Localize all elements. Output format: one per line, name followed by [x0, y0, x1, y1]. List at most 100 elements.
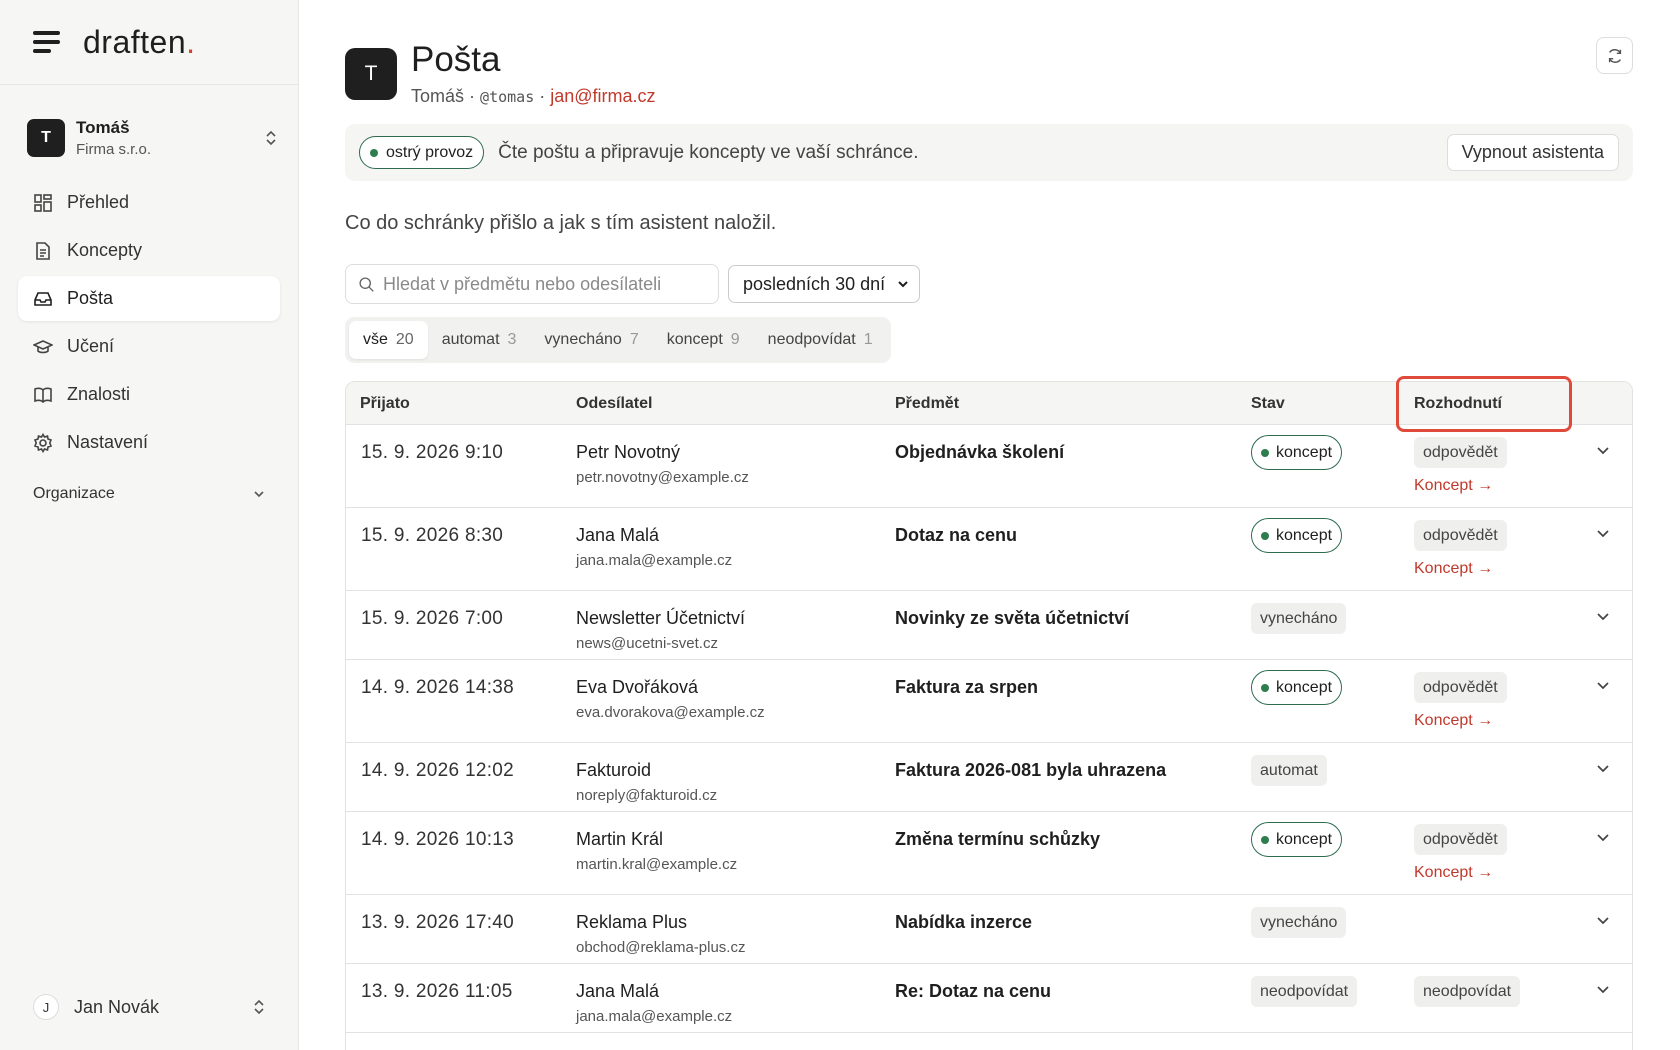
- filter-tab-draft[interactable]: koncept 9: [653, 321, 754, 359]
- chevron-down-icon: [898, 281, 908, 288]
- disable-assistant-button[interactable]: Vypnout asistenta: [1446, 134, 1619, 171]
- sender: Jana Malá jana.mala@example.cz: [576, 981, 732, 1025]
- open-draft-link[interactable]: Koncept →: [1414, 712, 1507, 730]
- sender-name: Martin Král: [576, 829, 664, 849]
- expand-row-button[interactable]: [1596, 609, 1610, 628]
- table-row[interactable]: 13. 9. 2026 11:05 Jana Malá jana.mala@exam…: [346, 964, 1632, 1033]
- banner-text: Čte poštu a připravuje koncepty ve vaší …: [498, 141, 919, 163]
- open-draft-link[interactable]: Koncept →: [1414, 864, 1507, 882]
- column-header-status[interactable]: Stav: [1251, 395, 1285, 413]
- status-dot-icon: [1261, 835, 1269, 844]
- decision-cell: neodpovídat: [1414, 974, 1521, 1007]
- mailbox-avatar: T: [345, 48, 397, 100]
- mail-table: Přijato Odesílatel Předmět Stav Rozhodnu…: [345, 381, 1633, 1050]
- column-header-sender[interactable]: Odesílatel: [576, 395, 652, 413]
- separator: ·: [539, 86, 546, 106]
- page-title: Pošta: [411, 40, 501, 79]
- subject: Objednávka školení: [895, 442, 1065, 462]
- sender-name: Reklama Plus: [576, 912, 688, 932]
- decision-badge: odpovědět: [1414, 824, 1507, 855]
- table-row[interactable]: 14. 9. 2026 14:38 Eva Dvořáková eva.dvorak…: [346, 660, 1632, 743]
- refresh-icon: [1608, 48, 1621, 63]
- expand-row-button[interactable]: [1596, 830, 1610, 849]
- filter-label: vše: [363, 331, 388, 348]
- account-avatar: T: [27, 119, 65, 157]
- separator: ·: [469, 86, 476, 106]
- sender-name: Newsletter Účetnictví: [576, 608, 746, 628]
- assistant-status-banner: ostrý provoz Čte poštu a připravuje konc…: [345, 124, 1633, 181]
- filter-tab-skipped[interactable]: vynecháno 7: [530, 321, 652, 359]
- open-draft-link[interactable]: Koncept →: [1414, 477, 1507, 495]
- table-row[interactable]: 15. 9. 2026 8:30 Jana Malá jana.mala@examp…: [346, 508, 1632, 591]
- expand-row-button[interactable]: [1596, 913, 1610, 932]
- table-row[interactable]: 14. 9. 2026 10:13 Martin Král martin.kral@…: [346, 812, 1632, 895]
- expand-row-button[interactable]: [1596, 761, 1610, 780]
- mailbox-owner: Tomáš: [411, 86, 465, 106]
- chevron-down-icon: [1597, 765, 1609, 773]
- subject: Dotaz na cenu: [895, 525, 1018, 545]
- status-badge: vynecháno: [1251, 907, 1347, 938]
- sidebar-item-label: Znalosti: [67, 384, 131, 404]
- organization-section[interactable]: Organizace: [33, 485, 265, 503]
- sender-email: eva.dvorakova@example.cz: [576, 704, 765, 721]
- sidebar-item-label: Učení: [67, 336, 115, 356]
- user-menu[interactable]: J Jan Novák: [33, 994, 265, 1020]
- chevron-up-down-icon: [254, 999, 264, 1015]
- sidebar-item-uceni[interactable]: Učení: [18, 324, 280, 369]
- table-row[interactable]: 15. 9. 2026 9:10 Petr Novotný petr.novotny…: [346, 425, 1632, 508]
- sidebar-item-posta[interactable]: Pošta: [18, 276, 280, 321]
- decision-cell: odpovědět Koncept →: [1414, 518, 1507, 578]
- menu-icon[interactable]: [33, 31, 60, 53]
- search-box: [345, 264, 719, 304]
- account-name: Tomáš: [76, 118, 130, 137]
- sender: Newsletter Účetnictví news@ucetni-svet.cz: [576, 608, 745, 652]
- account-switcher[interactable]: T Tomáš Firma s.r.o.: [27, 117, 277, 159]
- sidebar-item-nastaveni[interactable]: Nastavení: [18, 420, 280, 465]
- status-dot-icon: [1261, 448, 1269, 457]
- decision-cell: odpovědět Koncept →: [1414, 670, 1507, 730]
- filter-count: 20: [395, 331, 414, 348]
- open-draft-link[interactable]: Koncept →: [1414, 560, 1507, 578]
- period-select[interactable]: posledních 30 dní: [728, 265, 920, 303]
- expand-row-button[interactable]: [1596, 526, 1610, 545]
- sender-email: martin.kral@example.cz: [576, 856, 738, 873]
- status-badge: vynecháno: [1251, 603, 1347, 634]
- filter-tab-no-reply[interactable]: neodpovídat 1: [754, 321, 887, 359]
- column-header-received[interactable]: Přijato: [360, 395, 410, 413]
- received-date: 13. 9. 2026 11:05: [361, 981, 513, 1002]
- account-org: Firma s.r.o.: [76, 141, 152, 158]
- sender-email: news@ucetni-svet.cz: [576, 635, 718, 652]
- refresh-button[interactable]: [1596, 37, 1633, 74]
- table-row[interactable]: 15. 9. 2026 7:00 Newsletter Účetnictví new…: [346, 591, 1632, 660]
- live-mode-label: ostrý provoz: [386, 143, 474, 161]
- filter-count: 3: [507, 331, 517, 348]
- sender-name: Eva Dvořáková: [576, 677, 699, 697]
- filter-count: 9: [730, 331, 740, 348]
- subject: Faktura 2026-081 byla uhrazena: [895, 760, 1167, 780]
- expand-row-button[interactable]: [1596, 678, 1610, 697]
- status-label: koncept: [1276, 678, 1333, 696]
- sidebar-item-znalosti[interactable]: Znalosti: [18, 372, 280, 417]
- mailbox-email[interactable]: jan@firma.cz: [550, 86, 655, 106]
- filter-tab-automat[interactable]: automat 3: [428, 321, 531, 359]
- sidebar-nav: Přehled Koncepty Pošta Učení Znalosti Na…: [18, 180, 280, 468]
- decision-cell: odpovědět Koncept →: [1414, 435, 1507, 495]
- table-row[interactable]: 13. 9. 2026 17:40 Reklama Plus obchod@rekl…: [346, 895, 1632, 964]
- sidebar-item-prehled[interactable]: Přehled: [18, 180, 280, 225]
- filter-tab-all[interactable]: vše 20: [349, 321, 428, 359]
- sender-email: jana.mala@example.cz: [576, 552, 733, 569]
- table-row[interactable]: 14. 9. 2026 12:02 Fakturoid noreply@faktur…: [346, 743, 1632, 812]
- brand-bar: draften.: [0, 0, 298, 85]
- expand-row-button[interactable]: [1596, 443, 1610, 462]
- live-mode-badge: ostrý provoz: [359, 136, 485, 169]
- column-header-subject[interactable]: Předmět: [895, 395, 959, 413]
- status-badge: koncept: [1251, 822, 1343, 857]
- expand-row-button[interactable]: [1596, 982, 1610, 1001]
- search-input[interactable]: [383, 273, 703, 295]
- decision-badge: odpovědět: [1414, 437, 1507, 468]
- received-date: 15. 9. 2026 7:00: [361, 608, 504, 629]
- sidebar-item-label: Nastavení: [67, 432, 149, 452]
- sender: Petr Novotný petr.novotny@example.cz: [576, 442, 749, 486]
- sidebar-item-koncepty[interactable]: Koncepty: [18, 228, 280, 273]
- status-filter-tabs: vše 20 automat 3 vynecháno 7 koncept 9 neodp…: [345, 317, 891, 363]
